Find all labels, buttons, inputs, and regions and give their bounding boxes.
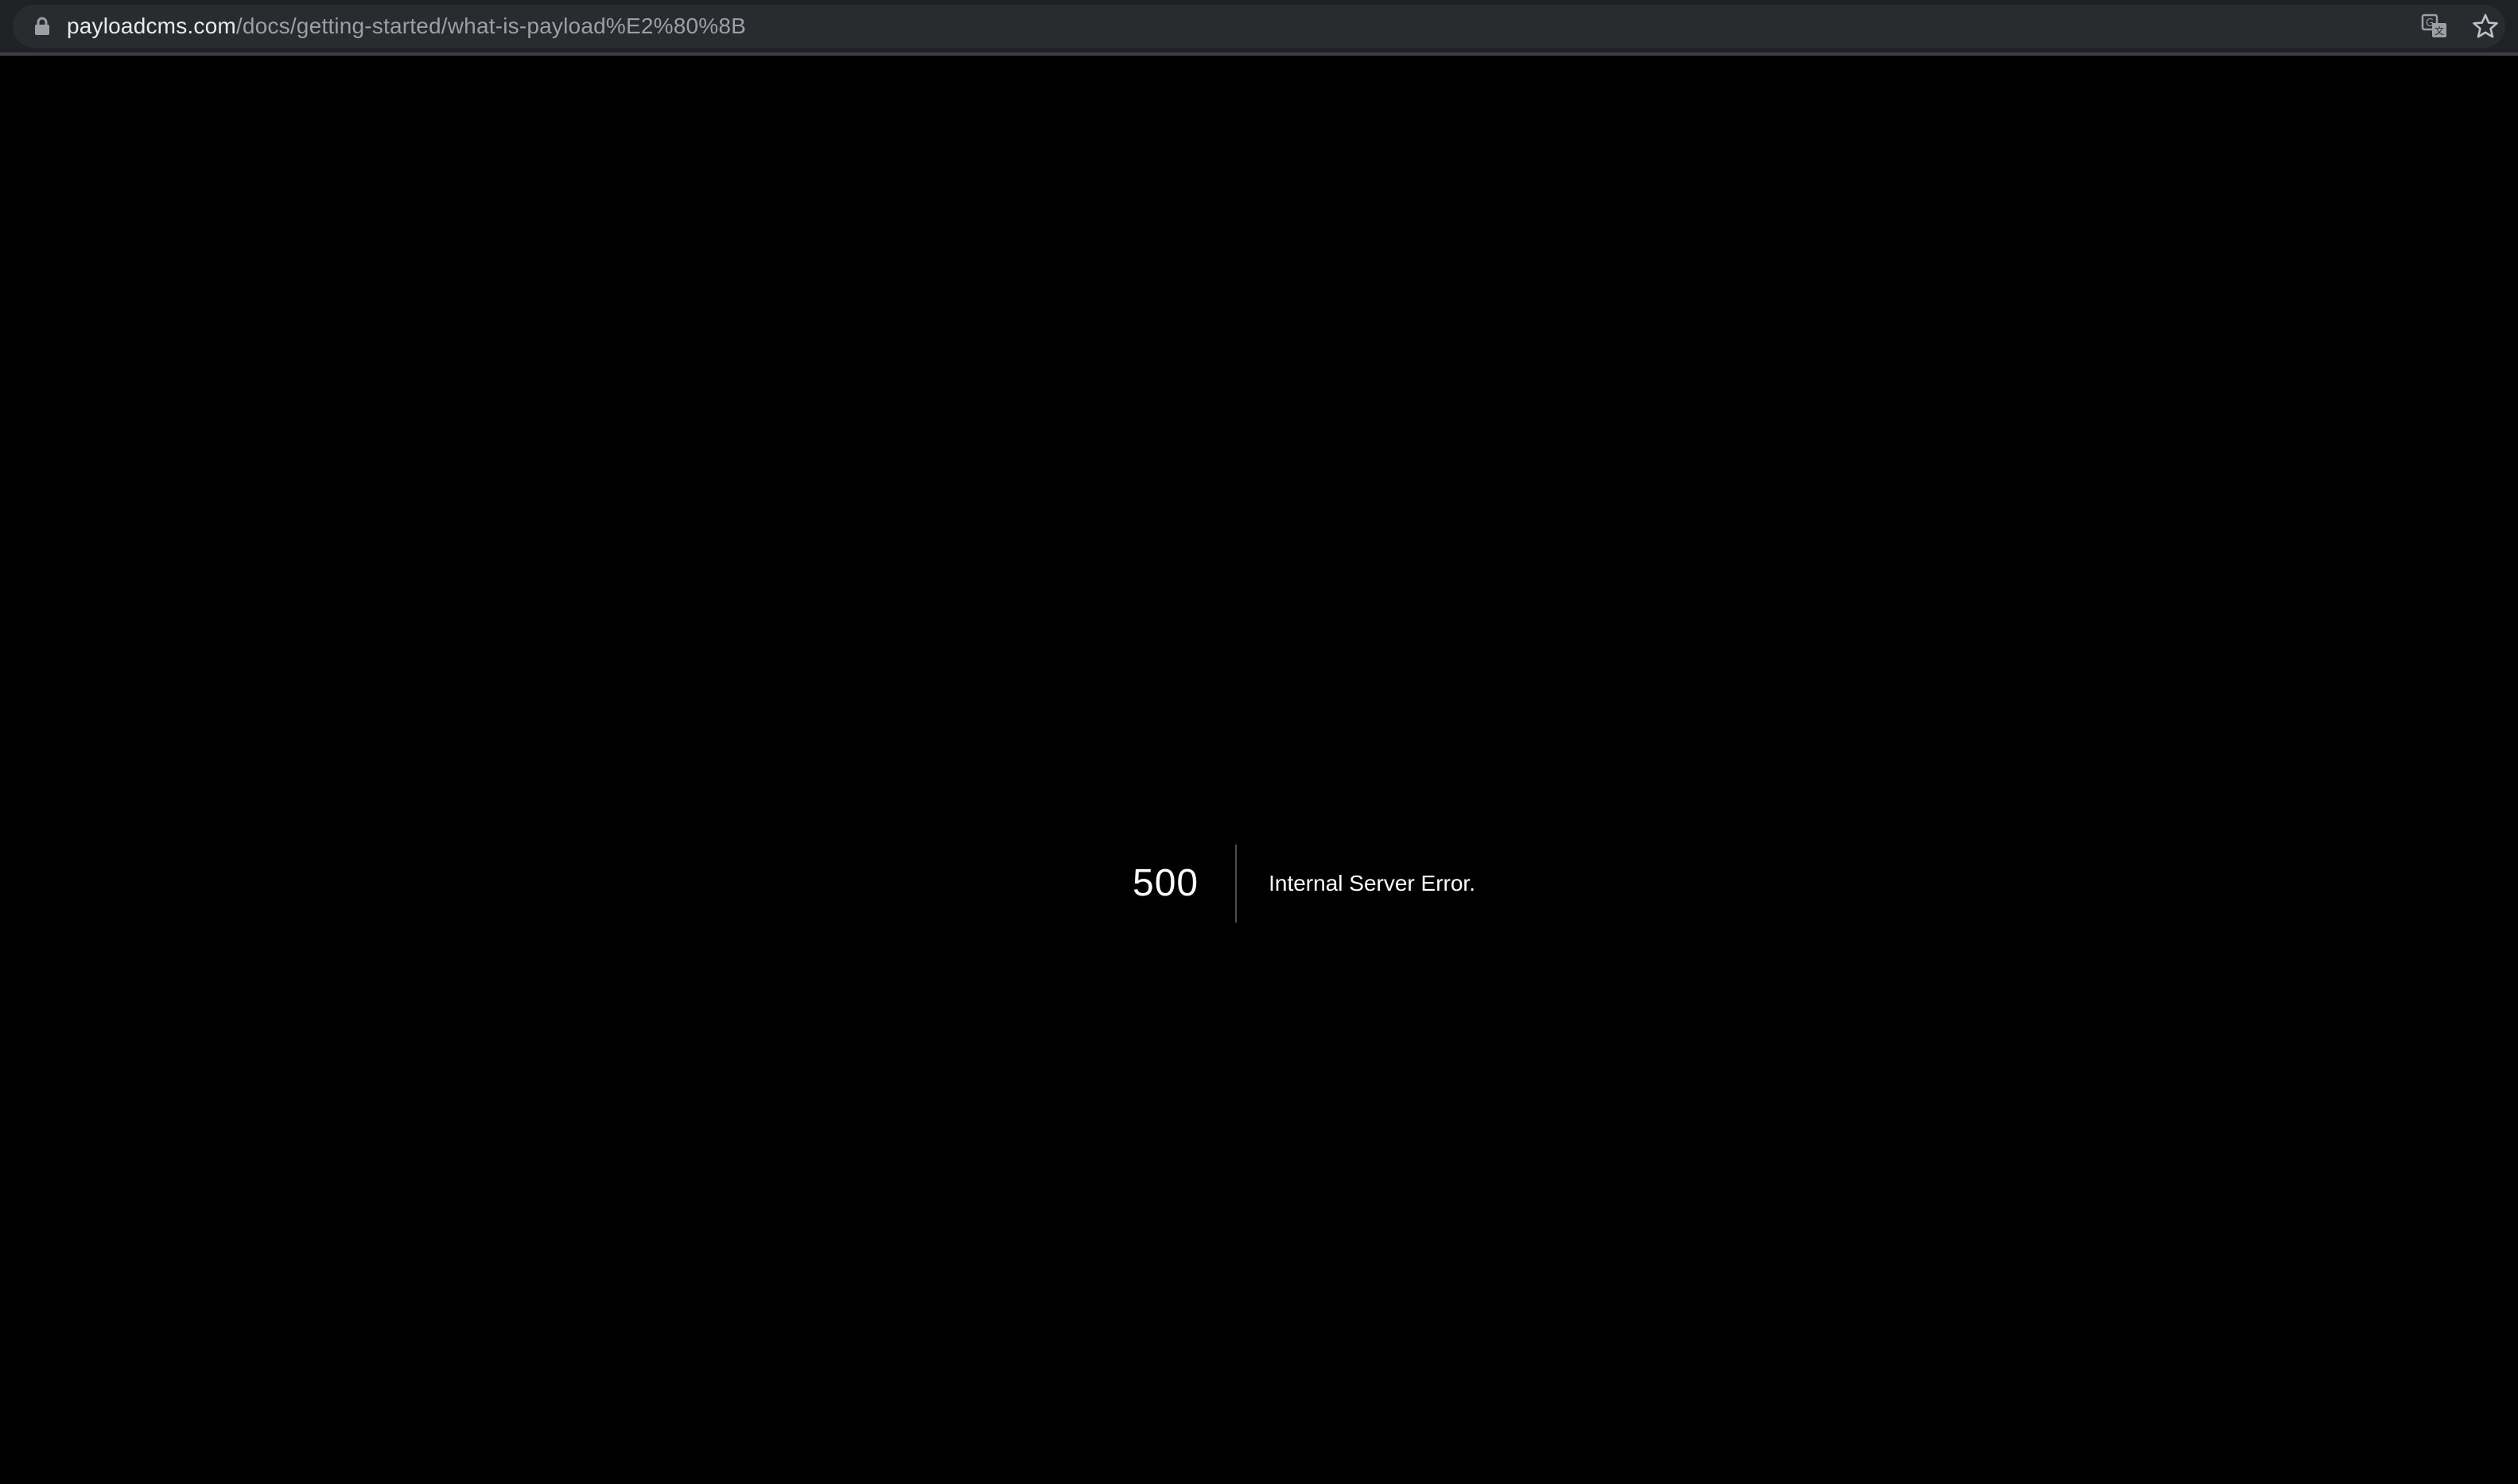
error-message: Internal Server Error.	[1269, 871, 1475, 895]
url-path: /docs/getting-started/what-is-payload%E2…	[235, 14, 746, 38]
svg-text:文: 文	[2434, 25, 2444, 37]
lock-icon[interactable]	[33, 17, 51, 36]
url-host: payloadcms.com	[67, 14, 236, 38]
translate-icon[interactable]: G 文	[2421, 14, 2448, 39]
star-icon[interactable]	[2472, 13, 2499, 40]
page-content	[0, 56, 2518, 1484]
browser-toolbar: payloadcms.com/docs/getting-started/what…	[0, 0, 2518, 56]
url-text[interactable]: payloadcms.com/docs/getting-started/what…	[67, 5, 746, 48]
error-container: 500 Internal Server Error.	[1133, 845, 1475, 923]
address-bar[interactable]: payloadcms.com/docs/getting-started/what…	[13, 5, 2505, 48]
error-code: 500	[1133, 845, 1238, 923]
